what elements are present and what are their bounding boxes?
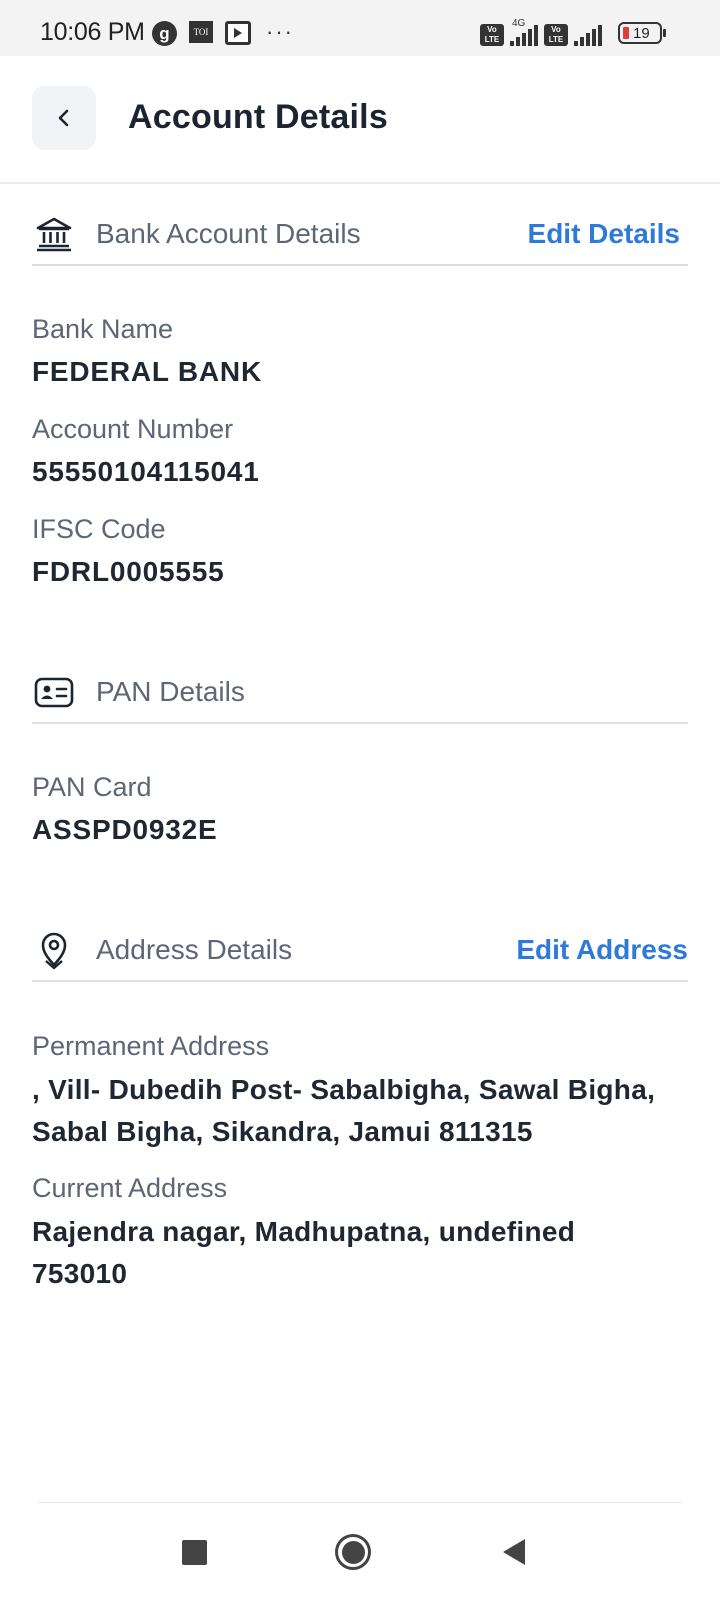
network-type-label: 4G xyxy=(512,18,526,29)
chevron-left-icon xyxy=(58,109,69,127)
permanent-address-value: , Vill- Dubedih Post- Sabalbigha, Sawal … xyxy=(32,1074,656,1147)
battery-level: 19 xyxy=(633,24,650,42)
triangle-back-icon xyxy=(503,1539,525,1565)
current-address-label: Current Address xyxy=(32,1173,228,1203)
volte-icon: Vo LTE xyxy=(544,24,568,46)
bank-name-label: Bank Name xyxy=(32,314,174,344)
square-icon xyxy=(181,1539,207,1565)
home-circle-icon xyxy=(335,1534,371,1570)
bank-name-value: FEDERAL BANK xyxy=(32,356,262,387)
ifsc-code-value: FDRL0005555 xyxy=(32,556,225,587)
page-title: Account Details xyxy=(128,98,388,136)
4g-signal-icon: 4G xyxy=(510,18,538,46)
back-button[interactable] xyxy=(32,86,96,150)
system-back-button[interactable] xyxy=(492,1530,536,1574)
address-section-title: Address Details xyxy=(96,934,293,965)
id-card-icon xyxy=(34,677,74,708)
g-app-icon: g xyxy=(152,21,177,46)
nav-divider xyxy=(38,1502,682,1503)
bank-section-title: Bank Account Details xyxy=(96,218,361,249)
network-indicators: Vo LTE 4G Vo LTE xyxy=(480,18,602,46)
current-address-value: Rajendra nagar, Madhupatna, undefined 75… xyxy=(32,1216,576,1289)
pan-section-header: PAN Details xyxy=(32,664,688,724)
edit-address-link[interactable]: Edit Address xyxy=(516,934,688,966)
ifsc-code-label: IFSC Code xyxy=(32,514,166,544)
home-button[interactable] xyxy=(331,1530,375,1574)
address-section-header: Address Details Edit Address xyxy=(32,922,688,982)
permanent-address-label: Permanent Address xyxy=(32,1031,270,1061)
bank-section-header: Bank Account Details Edit Details xyxy=(32,206,688,266)
recents-button[interactable] xyxy=(172,1530,216,1574)
volte-icon: Vo LTE xyxy=(480,24,504,46)
signal-icon xyxy=(574,24,602,46)
media-play-icon xyxy=(225,21,251,45)
account-number-value: 55550104115041 xyxy=(32,456,260,487)
pan-section-title: PAN Details xyxy=(96,676,245,707)
toi-icon: TOI xyxy=(189,21,213,43)
status-time: 10:06 PM xyxy=(40,18,145,46)
more-dots-icon: ··· xyxy=(266,19,294,44)
location-pin-icon xyxy=(41,932,67,970)
status-bar: 10:06 PM g TOI ··· Vo LTE 4G Vo LTE 19 xyxy=(0,0,720,56)
edit-details-link[interactable]: Edit Details xyxy=(528,218,680,250)
battery-icon: 19 xyxy=(618,22,666,44)
pan-card-label: PAN Card xyxy=(32,772,152,802)
app-header: Account Details xyxy=(0,56,720,184)
pan-card-value: ASSPD0932E xyxy=(32,814,218,845)
account-number-label: Account Number xyxy=(32,414,234,444)
bank-icon xyxy=(36,217,72,252)
